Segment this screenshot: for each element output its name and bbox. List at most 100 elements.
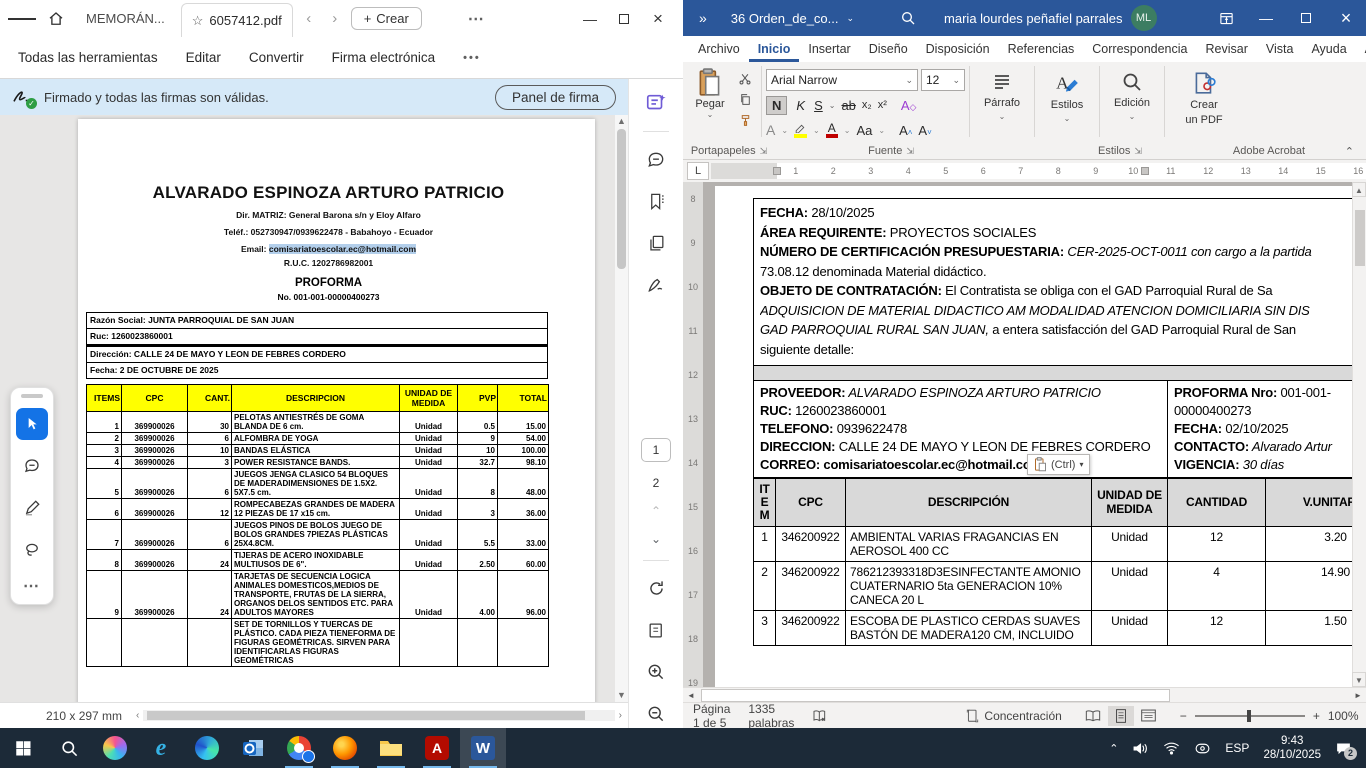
clock[interactable]: 9:4328/10/2025 bbox=[1263, 734, 1321, 763]
zoom-level[interactable]: 100% bbox=[1328, 709, 1359, 723]
zoom-out-icon[interactable] bbox=[641, 700, 671, 728]
scroll-up-icon[interactable]: ▲ bbox=[615, 115, 628, 128]
pages-panel-icon[interactable] bbox=[641, 229, 671, 257]
tab-next-icon[interactable]: › bbox=[325, 10, 345, 27]
print-layout-icon[interactable] bbox=[1108, 706, 1134, 726]
edge-icon[interactable] bbox=[184, 728, 230, 768]
taskbar-search-icon[interactable] bbox=[46, 728, 92, 768]
clear-formatting-button[interactable]: A◇ bbox=[901, 98, 917, 113]
volume-icon[interactable] bbox=[1132, 741, 1149, 756]
horizontal-ruler[interactable]: 12345678910111213141516 bbox=[711, 163, 1366, 179]
star-icon[interactable]: ☆ bbox=[192, 13, 204, 29]
maximize-button[interactable] bbox=[607, 4, 641, 34]
create-button[interactable]: +Crear bbox=[351, 7, 422, 30]
page-fit-icon[interactable] bbox=[641, 617, 671, 645]
document-title[interactable]: 36 Orden_de_co... ⌄ bbox=[721, 11, 864, 26]
next-page-number[interactable]: 2 bbox=[653, 476, 660, 490]
superscript-button[interactable]: x² bbox=[878, 99, 887, 111]
minimize-button[interactable]: — bbox=[1246, 0, 1286, 36]
change-case-button[interactable]: Aa bbox=[856, 123, 872, 138]
focus-mode-button[interactable]: Concentración bbox=[966, 709, 1061, 723]
sign-panel-icon[interactable] bbox=[641, 271, 671, 299]
tab-prev-icon[interactable]: ‹ bbox=[299, 10, 319, 27]
paste-options-button[interactable]: (Ctrl) ▾ bbox=[1027, 454, 1090, 475]
tab-vista[interactable]: Vista bbox=[1257, 38, 1303, 62]
draw-tool-button[interactable] bbox=[16, 492, 48, 524]
page-up-icon[interactable]: ⌃ bbox=[651, 504, 661, 518]
zoom-in-button[interactable]: + bbox=[1313, 709, 1320, 723]
start-button[interactable] bbox=[0, 728, 46, 768]
font-name-select[interactable]: Arial Narrow⌄ bbox=[766, 69, 918, 91]
menu-edit[interactable]: Editar bbox=[186, 50, 221, 65]
menu-all-tools[interactable]: Todas las herramientas bbox=[18, 50, 158, 65]
indent-marker[interactable] bbox=[773, 167, 781, 175]
word-vertical-scrollbar[interactable]: ▲ ▼ bbox=[1352, 182, 1366, 687]
outlook-icon[interactable] bbox=[230, 728, 276, 768]
zoom-in-icon[interactable] bbox=[641, 658, 671, 686]
dialog-launcher-icon[interactable]: ⇲ bbox=[1134, 146, 1142, 157]
lasso-tool-button[interactable] bbox=[16, 534, 48, 566]
close-button[interactable]: × bbox=[1326, 0, 1366, 36]
avatar[interactable]: ML bbox=[1131, 5, 1157, 31]
subscript-button[interactable]: x₂ bbox=[862, 99, 872, 111]
scroll-right-icon[interactable]: › bbox=[619, 710, 622, 721]
word-scroll-thumb[interactable] bbox=[1355, 210, 1365, 266]
ribbon-display-options-icon[interactable] bbox=[1206, 0, 1246, 36]
tab-memorandum[interactable]: MEMORÁN... bbox=[76, 4, 175, 34]
menu-icon[interactable] bbox=[8, 5, 36, 33]
paragraph-button[interactable]: Párrafo ⌄ bbox=[974, 66, 1030, 121]
signature-panel-button[interactable]: Panel de firma bbox=[495, 85, 616, 110]
account-name[interactable]: maria lourdes peñafiel parrales bbox=[944, 11, 1122, 26]
tab-correspondencia[interactable]: Correspondencia bbox=[1083, 38, 1196, 62]
italic-button[interactable]: K bbox=[793, 97, 808, 114]
close-button[interactable]: × bbox=[641, 4, 675, 34]
tab-active-pdf[interactable]: ☆ 6057412.pdf bbox=[181, 3, 293, 37]
bookmarks-panel-icon[interactable] bbox=[641, 187, 671, 215]
word-table-row[interactable]: 1 346200922 AMBIENTAL VARIAS FRAGANCIAS … bbox=[754, 527, 1366, 562]
palette-drag-handle[interactable] bbox=[21, 394, 43, 398]
styles-button[interactable]: A Estilos ⌄ bbox=[1039, 66, 1095, 123]
word-hscroll-thumb[interactable] bbox=[701, 689, 1170, 702]
page-down-icon[interactable]: ⌄ bbox=[651, 532, 661, 546]
copilot-icon[interactable] bbox=[92, 728, 138, 768]
pdf-hscroll-thumb[interactable] bbox=[147, 711, 584, 720]
menu-esign[interactable]: Firma electrónica bbox=[332, 50, 436, 65]
language-indicator[interactable]: ESP bbox=[1225, 741, 1249, 755]
pdf-email-highlighted[interactable]: comisariatoescolar.ec@hotmail.com bbox=[269, 244, 416, 254]
word-page[interactable]: FECHA: 28/10/2025 ÁREA REQUIRENTE: PROYE… bbox=[715, 186, 1366, 687]
show-hidden-icons-icon[interactable]: ⌃ bbox=[1109, 742, 1118, 755]
shrink-font-button[interactable]: A˅ bbox=[918, 123, 931, 138]
quick-access-overflow-icon[interactable]: » bbox=[683, 10, 721, 26]
cut-icon[interactable] bbox=[735, 70, 755, 87]
tab-disposicion[interactable]: Disposición bbox=[917, 38, 999, 62]
tab-referencias[interactable]: Referencias bbox=[999, 38, 1084, 62]
word-taskbar-icon[interactable]: W bbox=[460, 728, 506, 768]
page-indicator[interactable]: Página 1 de 5 bbox=[693, 702, 730, 730]
editing-button[interactable]: Edición ⌄ bbox=[1104, 66, 1160, 121]
zoom-slider[interactable] bbox=[1195, 715, 1305, 717]
tab-acrobat-clipped[interactable]: A bbox=[1356, 38, 1366, 62]
dialog-launcher-icon[interactable]: ⇲ bbox=[906, 146, 914, 157]
current-page-box[interactable]: 1 bbox=[641, 438, 671, 462]
scroll-right-icon[interactable]: ► bbox=[1350, 691, 1366, 700]
palette-more-icon[interactable]: ⋯ bbox=[23, 576, 41, 596]
pdf-scroll-thumb[interactable] bbox=[617, 129, 626, 269]
scroll-down-icon[interactable]: ▼ bbox=[615, 689, 628, 702]
minimize-button[interactable]: — bbox=[573, 4, 607, 34]
search-icon[interactable] bbox=[900, 10, 916, 26]
strikethrough-button[interactable]: ab bbox=[841, 98, 855, 113]
word-horizontal-scrollbar[interactable]: ◄ ► bbox=[683, 687, 1366, 702]
tab-stop-selector[interactable]: L bbox=[687, 162, 709, 180]
menu-more-icon[interactable]: ••• bbox=[463, 52, 481, 64]
scroll-left-icon[interactable]: ‹ bbox=[136, 710, 139, 721]
maximize-button[interactable] bbox=[1286, 0, 1326, 36]
pdf-vertical-scrollbar[interactable]: ▲ ▼ bbox=[615, 115, 628, 702]
scroll-down-icon[interactable]: ▼ bbox=[1352, 672, 1366, 687]
rotate-page-icon[interactable] bbox=[641, 575, 671, 603]
tab-insertar[interactable]: Insertar bbox=[799, 38, 859, 62]
word-table-row[interactable]: 3 346200922 ESCOBA DE PLASTICO CERDAS SU… bbox=[754, 611, 1366, 646]
pdf-horizontal-scrollbar[interactable]: ‹ › bbox=[136, 710, 622, 722]
firefox-icon[interactable] bbox=[322, 728, 368, 768]
menu-convert[interactable]: Convertir bbox=[249, 50, 304, 65]
right-indent-marker[interactable] bbox=[1141, 167, 1149, 175]
